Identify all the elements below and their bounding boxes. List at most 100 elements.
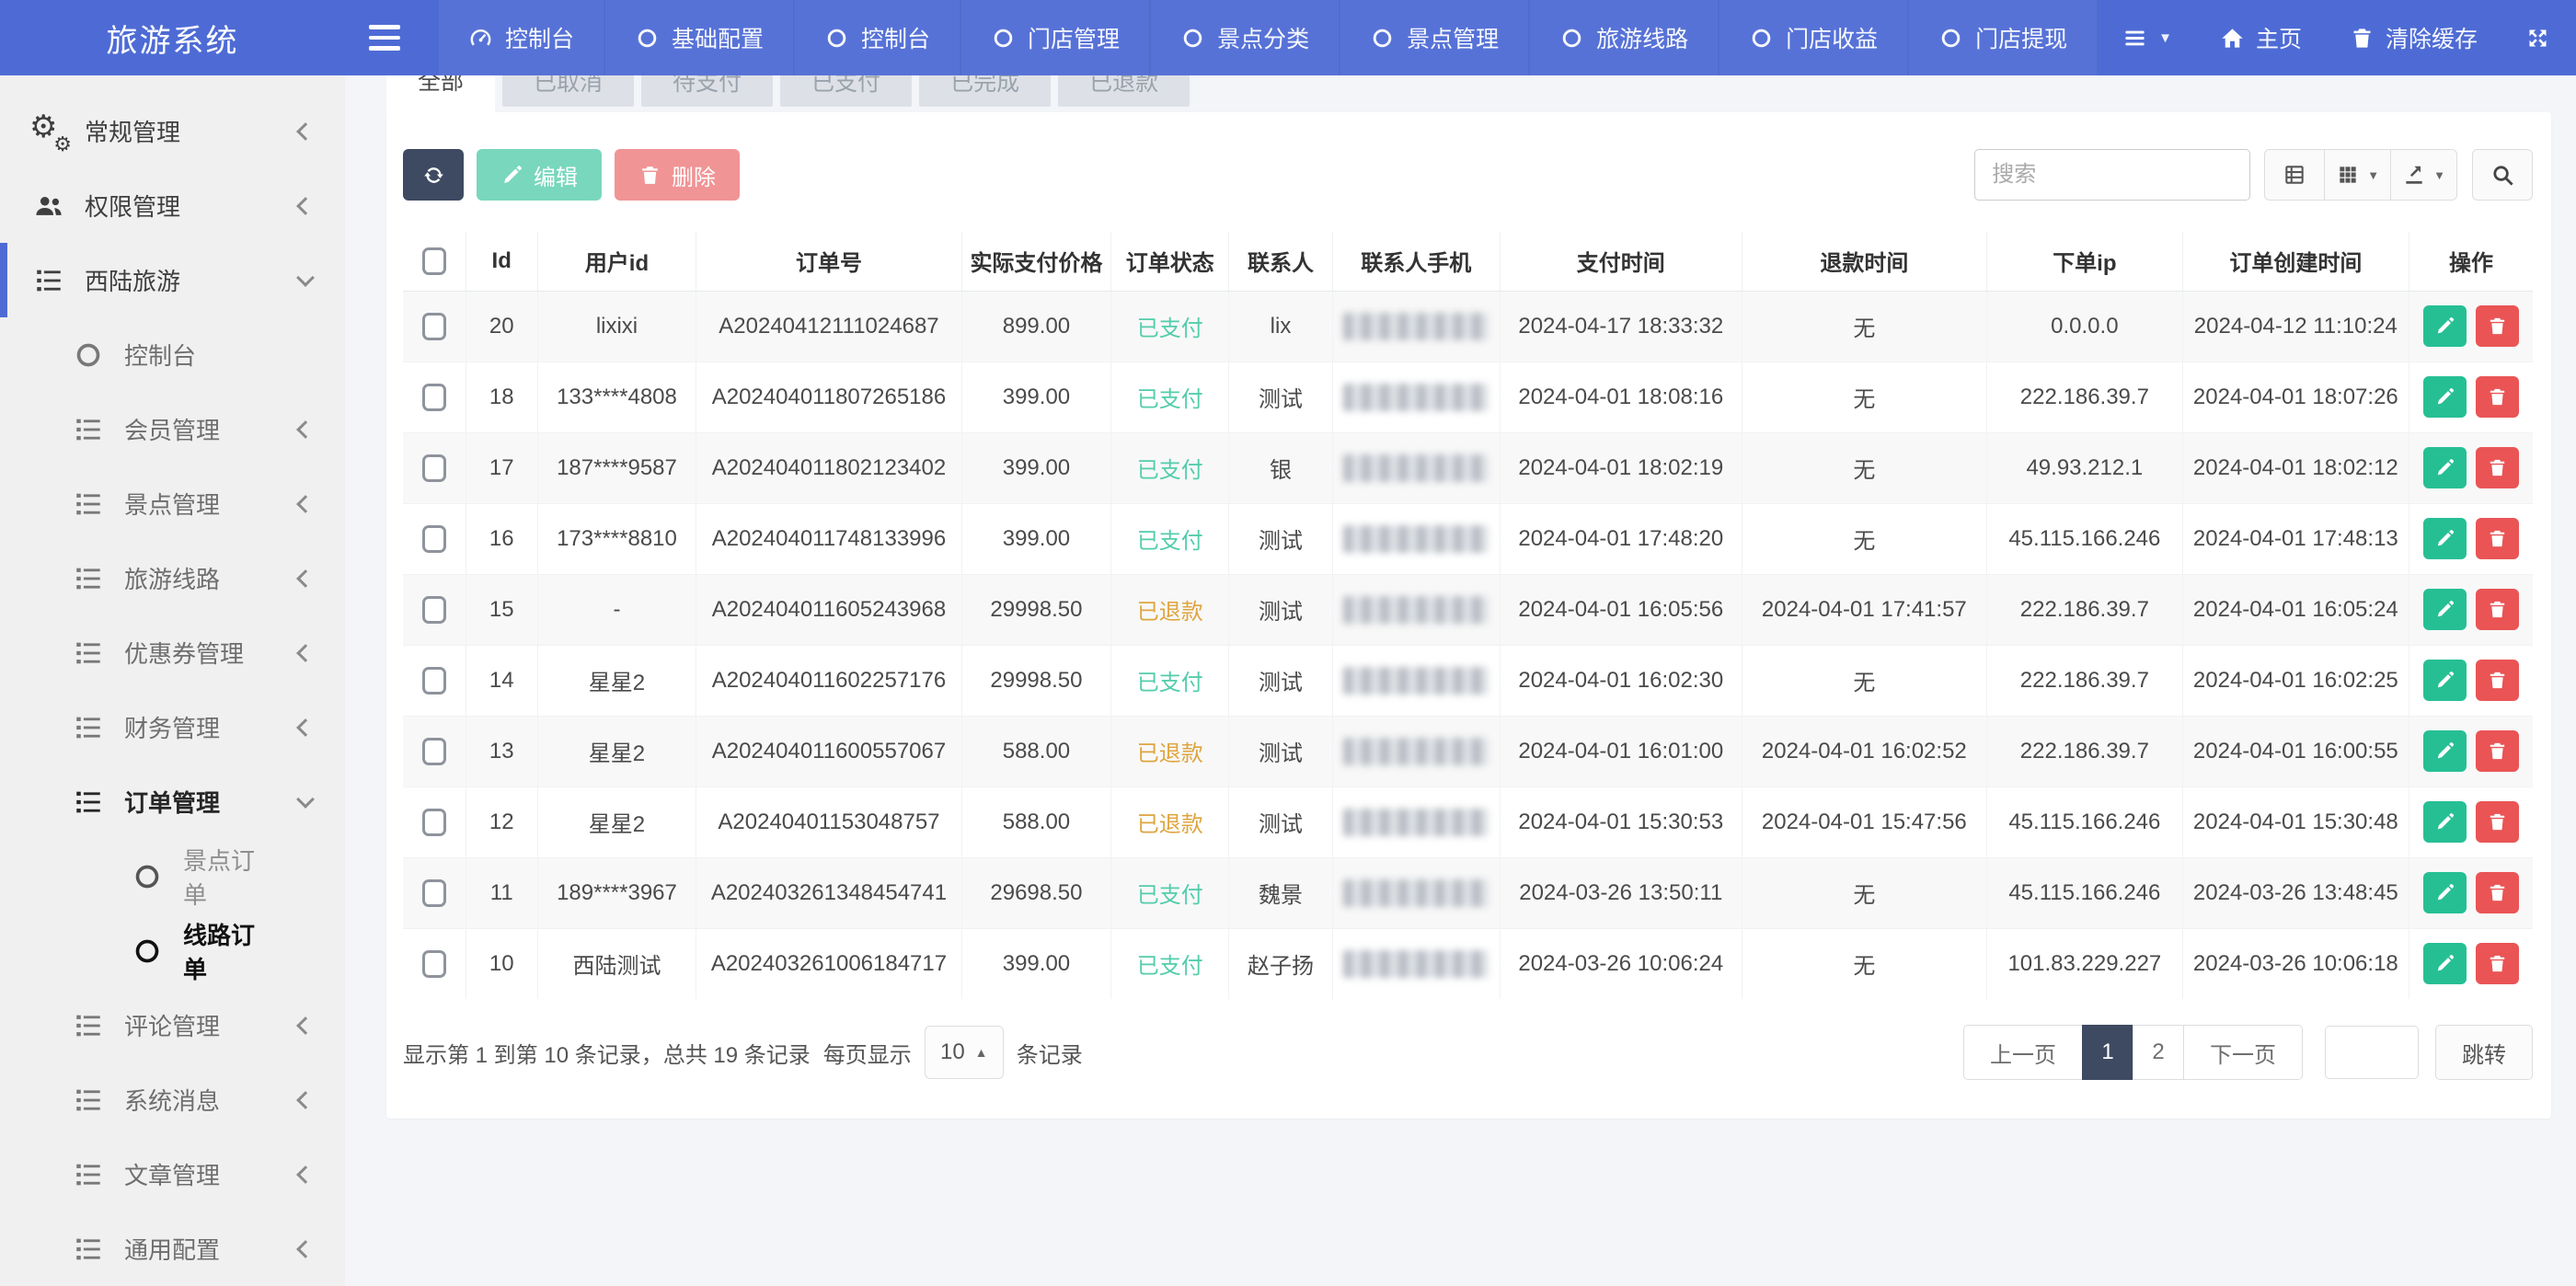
- circle-icon: [1559, 26, 1584, 51]
- sidebar-item[interactable]: 旅游线路: [0, 541, 345, 615]
- row-delete-button[interactable]: [2476, 943, 2519, 984]
- sidebar-item[interactable]: 优惠券管理: [0, 615, 345, 690]
- edit-button[interactable]: 编辑: [477, 149, 602, 201]
- cell-user_id: lixixi: [537, 291, 696, 362]
- row-delete-button[interactable]: [2476, 872, 2519, 913]
- cell-phone: [1332, 645, 1500, 716]
- row-checkbox[interactable]: [422, 738, 446, 765]
- sidebar-item[interactable]: 系统消息: [0, 1062, 345, 1137]
- cell-ip: 222.186.39.7: [1987, 716, 2182, 787]
- cell-price: 399.00: [961, 362, 1110, 432]
- sidebar-item[interactable]: 订单管理: [0, 764, 345, 839]
- row-delete-button[interactable]: [2476, 589, 2519, 630]
- columns-toggle-button[interactable]: ▼: [2324, 149, 2391, 201]
- jump-button[interactable]: 跳转: [2435, 1025, 2533, 1080]
- row-checkbox[interactable]: [422, 384, 446, 411]
- cell-phone: [1332, 503, 1500, 574]
- page-size-select[interactable]: 10 ▲: [925, 1026, 1004, 1079]
- row-checkbox[interactable]: [422, 596, 446, 624]
- toolbar-right: ▼ ▼: [1974, 149, 2533, 201]
- cell-contact: 魏景: [1229, 857, 1332, 928]
- cell-contact: 测试: [1229, 574, 1332, 645]
- cell-pay_time: 2024-03-26 10:06:24: [1501, 928, 1742, 999]
- row-checkbox[interactable]: [422, 667, 446, 695]
- sidebar-item[interactable]: 财务管理: [0, 690, 345, 764]
- sidebar-item[interactable]: ⚙⚙常规管理: [0, 94, 345, 168]
- fullscreen-button[interactable]: [2501, 0, 2574, 75]
- row-delete-button[interactable]: [2476, 518, 2519, 559]
- export-button[interactable]: ▼: [2390, 149, 2457, 201]
- refresh-button[interactable]: [403, 149, 464, 201]
- row-edit-button[interactable]: [2423, 872, 2467, 913]
- pencil-icon: [2434, 741, 2455, 762]
- clear-cache-button[interactable]: 清除缓存: [2326, 0, 2501, 75]
- top-menu-item[interactable]: 门店管理: [961, 0, 1151, 75]
- sidebar-item[interactable]: 权限管理: [0, 168, 345, 243]
- search-input[interactable]: [1974, 149, 2250, 201]
- row-edit-button[interactable]: [2423, 447, 2467, 488]
- row-checkbox[interactable]: [422, 950, 446, 978]
- next-page-button[interactable]: 下一页: [2183, 1025, 2303, 1080]
- cell-ip: 222.186.39.7: [1987, 645, 2182, 716]
- cell-pay_time: 2024-04-01 17:48:20: [1501, 503, 1742, 574]
- task-dropdown[interactable]: ▼: [2099, 0, 2196, 75]
- cell-contact: 测试: [1229, 645, 1332, 716]
- top-menu-item[interactable]: 景点管理: [1340, 0, 1530, 75]
- sidebar-item[interactable]: 西陆旅游: [0, 243, 345, 317]
- row-delete-button[interactable]: [2476, 730, 2519, 772]
- row-delete-button[interactable]: [2476, 660, 2519, 701]
- row-edit-button[interactable]: [2423, 305, 2467, 347]
- top-menu-item[interactable]: 景点分类: [1151, 0, 1340, 75]
- top-menu-item[interactable]: 控制台: [795, 0, 961, 75]
- sidebar-item[interactable]: 通用配置: [0, 1211, 345, 1286]
- row-edit-button[interactable]: [2423, 376, 2467, 418]
- top-menu-item[interactable]: 基础配置: [605, 0, 795, 75]
- page-number-button[interactable]: 1: [2082, 1025, 2133, 1080]
- row-edit-button[interactable]: [2423, 518, 2467, 559]
- cell-create_time: 2024-04-12 11:10:24: [2182, 291, 2409, 362]
- table-view-button[interactable]: [2264, 149, 2325, 201]
- sidebar-item[interactable]: 线路订单: [0, 913, 345, 988]
- row-checkbox[interactable]: [422, 525, 446, 553]
- sidebar-item[interactable]: 控制台: [0, 317, 345, 392]
- row-delete-button[interactable]: [2476, 801, 2519, 843]
- cell-user_id: 星星2: [537, 716, 696, 787]
- sidebar-item[interactable]: 会员管理: [0, 392, 345, 466]
- cell-actions: [2409, 503, 2533, 574]
- row-edit-button[interactable]: [2423, 660, 2467, 701]
- sidebar-item[interactable]: 文章管理: [0, 1137, 345, 1211]
- status-badge: 已支付: [1137, 529, 1203, 554]
- home-link[interactable]: 主页: [2196, 0, 2326, 75]
- cell-actions: [2409, 291, 2533, 362]
- top-menu-item[interactable]: 门店提现: [1909, 0, 2099, 75]
- row-edit-button[interactable]: [2423, 589, 2467, 630]
- sidebar-item[interactable]: 景点订单: [0, 839, 345, 913]
- top-menu-item[interactable]: 门店收益: [1719, 0, 1909, 75]
- row-edit-button[interactable]: [2423, 801, 2467, 843]
- row-delete-button[interactable]: [2476, 447, 2519, 488]
- row-checkbox[interactable]: [422, 313, 446, 340]
- sidebar-item[interactable]: 评论管理: [0, 988, 345, 1062]
- prev-page-button[interactable]: 上一页: [1963, 1025, 2083, 1080]
- cell-refund_time: 无: [1742, 503, 1987, 574]
- row-edit-button[interactable]: [2423, 730, 2467, 772]
- delete-button[interactable]: 删除: [615, 149, 740, 201]
- top-menu-item[interactable]: 旅游线路: [1530, 0, 1719, 75]
- row-edit-button[interactable]: [2423, 943, 2467, 984]
- select-all-checkbox[interactable]: [422, 247, 446, 275]
- cell-id: 12: [466, 787, 537, 857]
- status-badge: 已退款: [1137, 812, 1203, 837]
- row-delete-button[interactable]: [2476, 305, 2519, 347]
- sidebar-item[interactable]: 景点管理: [0, 466, 345, 541]
- row-checkbox[interactable]: [422, 879, 446, 907]
- page-number-button[interactable]: 2: [2133, 1025, 2184, 1080]
- sidebar-toggle-button[interactable]: [345, 0, 424, 75]
- row-checkbox[interactable]: [422, 809, 446, 836]
- cell-create_time: 2024-04-01 17:48:13: [2182, 503, 2409, 574]
- top-menu-item[interactable]: 控制台: [439, 0, 605, 75]
- advanced-search-button[interactable]: [2472, 149, 2533, 201]
- trash-icon: [2350, 26, 2375, 51]
- row-delete-button[interactable]: [2476, 376, 2519, 418]
- jump-page-input[interactable]: [2325, 1026, 2419, 1079]
- row-checkbox[interactable]: [422, 454, 446, 482]
